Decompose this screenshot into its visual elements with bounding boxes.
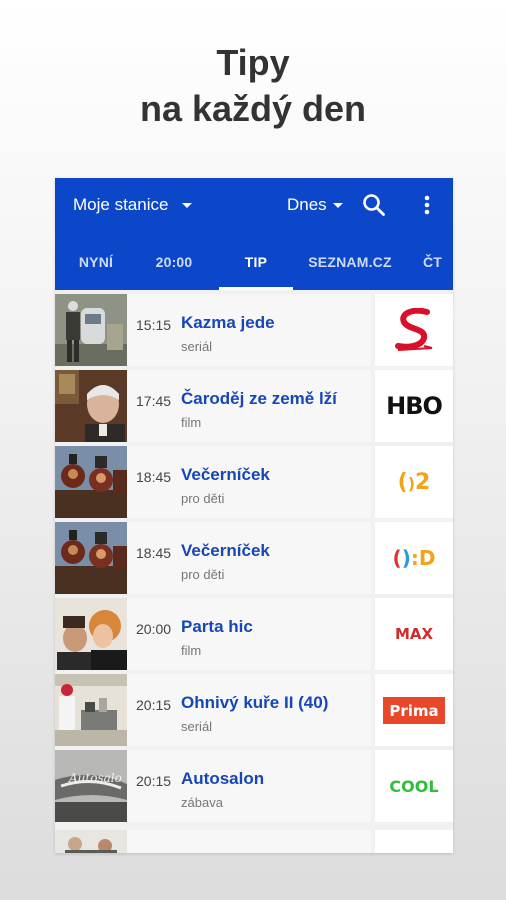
program-thumbnail	[55, 598, 127, 670]
cool-logo: COOL	[389, 776, 439, 796]
program-thumbnail	[55, 294, 127, 366]
tv-nova-s-logo-icon	[395, 308, 433, 351]
program-genre: seriál	[181, 339, 213, 354]
program-info	[127, 830, 371, 853]
headline-line-1: Tipy	[216, 42, 290, 83]
program-thumbnail	[55, 522, 127, 594]
program-title: Večerníček	[181, 465, 270, 484]
program-thumbnail	[55, 370, 127, 442]
tab-seznam[interactable]: SEZNAM.CZ	[295, 234, 405, 290]
max-logo: MAX	[394, 625, 434, 643]
program-thumbnail: Autosalo	[55, 750, 127, 822]
headline-line-2: na každý den	[139, 88, 367, 129]
program-title: Kazma jede	[181, 313, 275, 332]
tab-2000[interactable]: 20:00	[137, 234, 211, 290]
program-thumbnail	[55, 830, 127, 853]
channel-logo: ()2	[375, 446, 453, 518]
program-item-partial[interactable]	[55, 830, 453, 853]
program-info: 18:45 Večerníček pro děti	[127, 522, 371, 594]
program-time: 18:45	[136, 469, 172, 485]
program-title: Čaroděj ze země lží	[181, 389, 337, 408]
program-info: 15:15 Kazma jede seriál	[127, 294, 371, 366]
channel-logo	[375, 294, 453, 366]
program-info: 20:00 Parta hic film	[127, 598, 371, 670]
program-time: 20:15	[136, 697, 172, 713]
tab-nyni[interactable]: NYNÍ	[55, 234, 137, 290]
day-label: Dnes	[287, 195, 327, 214]
program-title: Autosalon	[181, 769, 265, 788]
program-genre: film	[181, 643, 202, 658]
hbo-logo: HBO	[386, 392, 443, 420]
toolbar: Moje stanice Dnes	[55, 178, 453, 234]
program-item[interactable]: 20:15 Ohnivý kuře II (40) seriál Prima	[55, 674, 453, 746]
program-thumbnail	[55, 674, 127, 746]
program-info: 18:45 Večerníček pro děti	[127, 446, 371, 518]
app-bar: Moje stanice Dnes NYNÍ 20:00 TIP SEZNAM.…	[55, 178, 453, 290]
program-item[interactable]: 20:00 Parta hic film MAX	[55, 598, 453, 670]
program-item[interactable]: 15:15 Kazma jede seriál	[55, 294, 453, 366]
program-time: 18:45	[136, 545, 172, 561]
search-icon[interactable]	[361, 192, 387, 218]
prima-logo: Prima	[383, 696, 445, 724]
tab-ct[interactable]: ČT	[423, 234, 453, 290]
channel-logo	[375, 830, 453, 853]
channel-logo: MAX	[375, 598, 453, 670]
program-item[interactable]: 18:45 Večerníček pro děti ()2	[55, 446, 453, 518]
station-caret-icon	[182, 202, 193, 208]
station-dropdown[interactable]: Moje stanice	[73, 195, 193, 215]
channel-logo: ():D	[375, 522, 453, 594]
program-time: 20:00	[136, 621, 172, 637]
program-thumbnail	[55, 446, 127, 518]
channel-logo: COOL	[375, 750, 453, 822]
program-genre: seriál	[181, 719, 213, 734]
program-genre: pro děti	[181, 491, 225, 506]
program-info: 20:15 Autosalon zábava	[127, 750, 371, 822]
program-time: 17:45	[136, 393, 172, 409]
tab-tip[interactable]: TIP	[219, 234, 293, 290]
ct-logo-mark-icon: (	[392, 546, 402, 570]
program-title: Parta hic	[181, 617, 253, 636]
ct2-logo: ()2	[397, 469, 431, 495]
program-time: 15:15	[136, 317, 172, 333]
program-info: 20:15 Ohnivý kuře II (40) seriál	[127, 674, 371, 746]
station-label: Moje stanice	[73, 195, 169, 214]
ct-logo-mark-icon: (	[397, 469, 408, 495]
day-caret-icon	[332, 202, 343, 208]
app-screen: Moje stanice Dnes NYNÍ 20:00 TIP SEZNAM.…	[55, 178, 453, 853]
program-item[interactable]: 17:45 Čaroděj ze země lží film HBO	[55, 370, 453, 442]
program-title: Ohnivý kuře II (40)	[181, 693, 329, 712]
program-time: 20:15	[136, 773, 172, 789]
day-dropdown[interactable]: Dnes	[287, 195, 343, 215]
ct-d-logo: ():D	[392, 546, 436, 570]
program-genre: pro děti	[181, 567, 225, 582]
channel-logo: Prima	[375, 674, 453, 746]
more-options-icon[interactable]	[417, 192, 437, 218]
program-item[interactable]: 18:45 Večerníček pro děti ():D	[55, 522, 453, 594]
promo-headline: Tipy na každý den	[0, 40, 506, 132]
tab-bar: NYNÍ 20:00 TIP SEZNAM.CZ ČT	[55, 234, 453, 290]
channel-logo: HBO	[375, 370, 453, 442]
program-genre: zábava	[181, 795, 223, 810]
svg-text:Autosalo: Autosalo	[68, 771, 122, 785]
program-title: Večerníček	[181, 541, 270, 560]
program-genre: film	[181, 415, 202, 430]
program-info: 17:45 Čaroděj ze země lží film	[127, 370, 371, 442]
program-item[interactable]: Autosalo 20:15 Autosalon zábava COOL	[55, 750, 453, 822]
